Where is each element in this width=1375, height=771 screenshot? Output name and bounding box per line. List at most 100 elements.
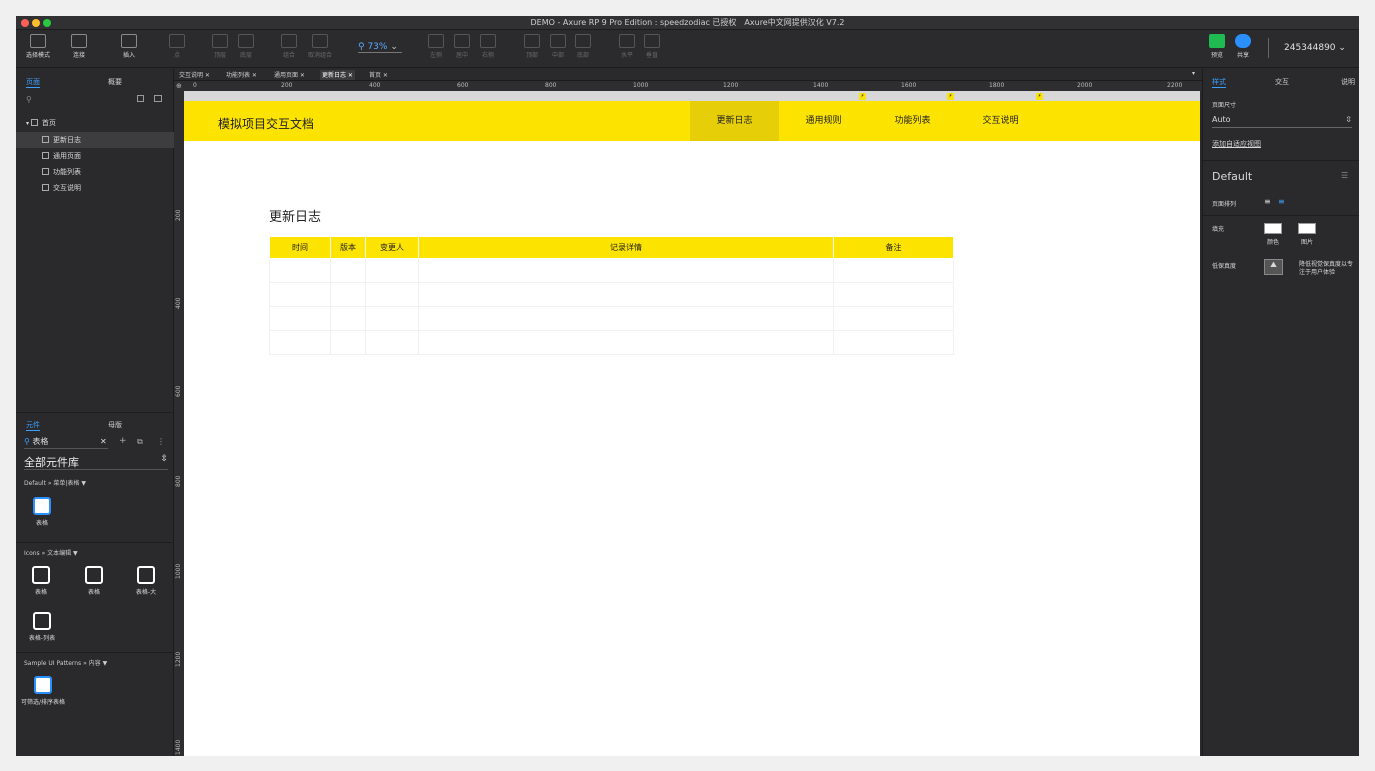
table-cell[interactable] (269, 258, 331, 283)
table-cell[interactable] (833, 258, 954, 283)
align-right-button[interactable]: 右侧 (480, 34, 496, 59)
widget-table[interactable]: 表格 (30, 497, 54, 527)
tab-outline[interactable]: 概要 (108, 77, 122, 87)
nav-item-rules[interactable]: 通用规则 (779, 101, 868, 141)
table-cell[interactable] (330, 258, 366, 283)
add-library-icon[interactable]: + (119, 436, 127, 446)
tree-item-common[interactable]: 通用页面 (16, 148, 174, 164)
close-window-icon[interactable] (21, 19, 29, 27)
library-group-sample[interactable]: Sample UI Patterns » 内容 ▼ (24, 658, 107, 667)
widget-icon-table-1[interactable]: 表格 (28, 566, 54, 596)
page-size-select[interactable]: Auto ⇳ (1212, 115, 1352, 128)
align-center-icon[interactable]: ≡ (1278, 197, 1285, 206)
account-menu[interactable]: 245344890 ⌄ (1284, 43, 1346, 53)
close-tab-icon[interactable]: ✕ (203, 72, 210, 79)
tab-interaction[interactable]: 交互 (1275, 77, 1289, 87)
interaction-marker-icon[interactable]: ⚡ (1036, 93, 1043, 100)
close-tab-icon[interactable]: ✕ (381, 72, 388, 79)
point-button[interactable]: 点 (169, 34, 185, 59)
align-left-button[interactable]: 左侧 (428, 34, 444, 59)
doc-tab-interaction[interactable]: 交互说明 ✕ (179, 70, 210, 80)
bottom-layer-button[interactable]: 底层 (238, 34, 254, 59)
tab-style[interactable]: 样式 (1212, 77, 1226, 88)
library-group-icons[interactable]: Icons » 文本编辑 ▼ (24, 548, 78, 557)
add-folder-icon[interactable] (154, 95, 162, 102)
design-canvas[interactable]: ⚡ ⚡ ⚡ 模拟项目交互文档 更新日志 通用规则 功能列表 交互说明 更新日志 … (184, 91, 1200, 756)
share-button[interactable]: 共享 (1235, 34, 1251, 59)
clear-search-icon[interactable]: ✕ (100, 437, 107, 446)
close-tab-icon[interactable]: ✕ (346, 72, 353, 79)
add-page-icon[interactable] (137, 95, 144, 102)
close-tab-icon[interactable]: ✕ (298, 72, 305, 79)
widget-icon-table-large[interactable]: 表格-大 (131, 566, 161, 596)
doc-tab-home[interactable]: 首页 ✕ (369, 70, 388, 80)
tabs-overflow-icon[interactable]: ▾ (1192, 70, 1195, 77)
doc-tab-changelog[interactable]: 更新日志 ✕ (320, 70, 355, 80)
nav-item-interaction[interactable]: 交互说明 (956, 101, 1045, 141)
table-cell[interactable] (418, 330, 834, 355)
library-select[interactable]: 全部元件库 ⇳ (24, 454, 168, 470)
table-cell[interactable] (269, 282, 331, 307)
doc-tab-common[interactable]: 通用页面 ✕ (274, 70, 305, 80)
tab-pages[interactable]: 页面 (26, 77, 40, 88)
table-cell[interactable] (418, 282, 834, 307)
table-cell[interactable] (365, 282, 419, 307)
fill-color-swatch[interactable] (1264, 223, 1282, 234)
preview-button[interactable]: 预览 (1209, 34, 1225, 59)
align-middle-button[interactable]: 中部 (550, 34, 566, 59)
search-icon[interactable]: ⚲ (26, 95, 32, 104)
nav-item-features[interactable]: 功能列表 (868, 101, 957, 141)
doc-tab-features[interactable]: 功能列表 ✕ (226, 70, 257, 80)
close-tab-icon[interactable]: ✕ (250, 72, 257, 79)
tab-masters[interactable]: 母版 (108, 420, 122, 430)
table-cell[interactable] (418, 258, 834, 283)
library-group-default[interactable]: Default » 菜单|表格 ▼ (24, 478, 86, 487)
align-bottom-button[interactable]: 底部 (575, 34, 591, 59)
select-mode-button[interactable]: 选择模式 (26, 34, 50, 59)
widget-icon-table-2[interactable]: 表格 (81, 566, 107, 596)
table-cell[interactable] (365, 306, 419, 331)
tree-item-features[interactable]: 功能列表 (16, 164, 174, 180)
table-cell[interactable] (330, 282, 366, 307)
group-button[interactable]: 组合 (281, 34, 297, 59)
table-cell[interactable] (330, 330, 366, 355)
interaction-marker-icon[interactable]: ⚡ (947, 93, 954, 100)
distribute-vertical-button[interactable]: 垂直 (644, 34, 660, 59)
table-cell[interactable] (833, 306, 954, 331)
tree-root[interactable]: ▾ 首页 (16, 115, 174, 131)
table-cell[interactable] (269, 306, 331, 331)
table-cell[interactable] (833, 282, 954, 307)
library-menu-icon[interactable]: ⧉ (137, 437, 143, 447)
minimize-window-icon[interactable] (32, 19, 40, 27)
table-cell[interactable] (833, 330, 954, 355)
changelog-table[interactable]: 时间 版本 变更人 记录详情 备注 (269, 236, 954, 355)
add-adaptive-view-link[interactable]: 添加自适应视图 (1212, 139, 1261, 149)
style-name[interactable]: Default (1212, 170, 1252, 183)
align-center-button[interactable]: 居中 (454, 34, 470, 59)
nav-item-changelog[interactable]: 更新日志 (690, 101, 779, 141)
table-cell[interactable] (365, 258, 419, 283)
style-manager-icon[interactable]: ☰ (1341, 171, 1348, 180)
more-icon[interactable]: ⋮ (157, 437, 165, 446)
maximize-window-icon[interactable] (43, 19, 51, 27)
interaction-marker-icon[interactable]: ⚡ (859, 93, 866, 100)
connect-button[interactable]: 连接 (71, 34, 87, 59)
align-top-button[interactable]: 顶部 (524, 34, 540, 59)
fill-image-icon[interactable] (1298, 223, 1316, 234)
tab-notes[interactable]: 说明 (1341, 77, 1355, 87)
widget-sortable-table[interactable]: 可筛选/排序表格 (18, 676, 68, 706)
zoom-select[interactable]: ⚲ 73% ⌄ (358, 42, 402, 53)
tree-item-changelog[interactable]: 更新日志 (16, 132, 174, 148)
low-fidelity-toggle[interactable]: ⛰ (1264, 259, 1283, 275)
insert-button[interactable]: 插入 (121, 34, 137, 59)
tree-item-interaction[interactable]: 交互说明 (16, 180, 174, 196)
top-layer-button[interactable]: 顶层 (212, 34, 228, 59)
widget-icon-table-list[interactable]: 表格-列表 (26, 612, 58, 642)
table-cell[interactable] (330, 306, 366, 331)
align-left-icon[interactable]: ≡ (1264, 197, 1271, 206)
table-cell[interactable] (365, 330, 419, 355)
ungroup-button[interactable]: 取消组合 (308, 34, 332, 59)
table-cell[interactable] (418, 306, 834, 331)
tab-widgets[interactable]: 元件 (26, 420, 40, 431)
table-cell[interactable] (269, 330, 331, 355)
